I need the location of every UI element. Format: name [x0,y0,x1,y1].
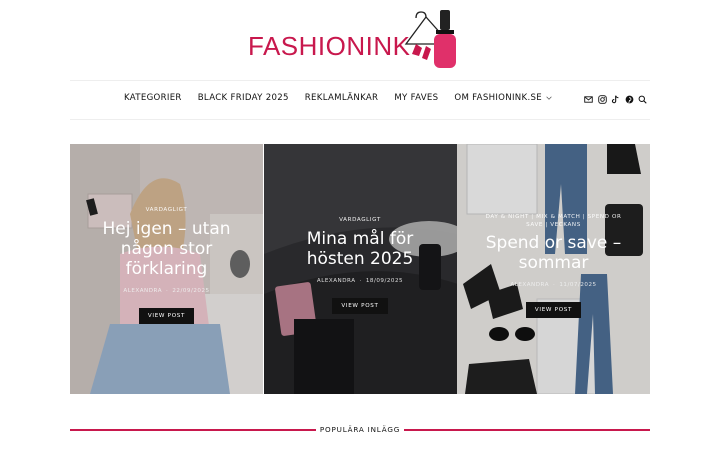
featured-post-card[interactable]: DAY & NIGHT | MIX & MATCH | SPEND OR SAV… [457,144,650,394]
card-content: VARDAGLIGT Mina mål för hösten 2025 ALEX… [264,217,457,314]
post-title[interactable]: Mina mål för hösten 2025 [264,229,457,269]
card-content: VARDAGLIGT Hej igen – utan någon stor fö… [70,207,263,324]
instagram-icon[interactable] [597,95,607,104]
post-author[interactable]: ALEXANDRA [510,282,549,288]
nav-border-top [70,80,650,81]
featured-posts: VARDAGLIGT Hej igen – utan någon stor fö… [70,144,650,394]
pinterest-icon[interactable] [625,95,634,104]
card-content: DAY & NIGHT | MIX & MATCH | SPEND OR SAV… [457,213,650,318]
post-category[interactable]: DAY & NIGHT | MIX & MATCH | SPEND OR SAV… [457,213,650,229]
view-post-button[interactable]: VIEW POST [332,298,388,314]
post-title[interactable]: Hej igen – utan någon stor förklaring [70,219,263,279]
search-icon[interactable] [638,95,647,104]
nav-item-kategorier[interactable]: KATEGORIER [124,93,182,103]
nav-item-om-fashionink-label: OM FASHIONINK.SE [454,93,542,103]
post-date: 18/09/2025 [365,278,404,284]
post-author[interactable]: ALEXANDRA [317,278,356,284]
nav-item-om-fashionink[interactable]: OM FASHIONINK.SE [454,93,552,103]
mail-icon[interactable] [584,95,593,104]
post-meta: ALEXANDRA · 18/09/2025 [316,278,404,284]
post-date: 22/09/2025 [172,288,210,294]
logo-text: FASHIONINK [248,31,411,61]
nav-item-my-faves[interactable]: MY FAVES [394,93,438,103]
nav-item-black-friday[interactable]: BLACK FRIDAY 2025 [198,93,289,103]
site-logo[interactable]: FASHIONINK [248,4,470,74]
popular-posts-heading: POPULÄRA INLÄGG [70,425,650,435]
nav-border-bottom [70,119,650,120]
view-post-button[interactable]: VIEW POST [138,308,195,324]
featured-post-card[interactable]: VARDAGLIGT Hej igen – utan någon stor fö… [70,144,263,394]
chevron-down-icon [546,96,552,100]
hanger-nail-polish-icon [404,10,456,68]
post-category[interactable]: VARDAGLIGT [264,217,457,223]
featured-post-card[interactable]: VARDAGLIGT Mina mål för hösten 2025 ALEX… [263,144,457,394]
divider-line [404,429,650,431]
post-category[interactable]: VARDAGLIGT [70,207,263,213]
post-date: 11/07/2025 [559,282,597,288]
post-meta: ALEXANDRA · 11/07/2025 [510,282,597,288]
view-post-button[interactable]: VIEW POST [525,302,582,318]
nav-item-reklamlankar[interactable]: REKLAMLÄNKAR [305,93,379,103]
post-title[interactable]: Spend or save – sommar [457,233,650,273]
tiktok-icon[interactable] [611,95,620,104]
main-nav: KATEGORIER BLACK FRIDAY 2025 REKLAMLÄNKA… [124,93,568,103]
social-icons [584,95,652,104]
post-meta: ALEXANDRA · 22/09/2025 [123,288,210,294]
post-author[interactable]: ALEXANDRA [123,288,162,294]
